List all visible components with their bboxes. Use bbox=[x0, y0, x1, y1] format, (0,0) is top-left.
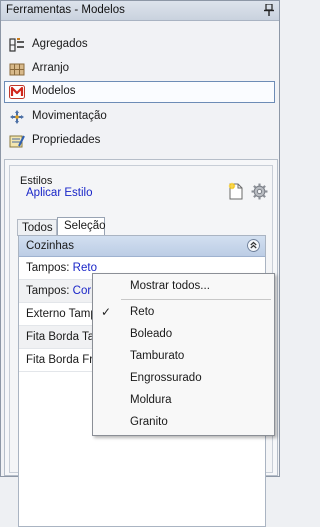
menu-item-show-all[interactable]: Mostrar todos... bbox=[93, 276, 274, 297]
menu-item-label: Moldura bbox=[130, 394, 172, 406]
context-menu: Mostrar todos... ✓ Reto Boleado Tamburat… bbox=[92, 273, 275, 436]
row-label: Fita Borda Fro bbox=[26, 354, 100, 366]
menu-item-granito[interactable]: Granito bbox=[93, 412, 274, 433]
arranjo-icon bbox=[9, 63, 25, 76]
menu-item-label: Arranjo bbox=[32, 62, 70, 74]
menu-item-label: Granito bbox=[130, 416, 168, 428]
row-label: Externo Tamp bbox=[26, 308, 97, 320]
collapse-icon[interactable] bbox=[247, 239, 260, 252]
menu-item-movimentacao[interactable]: Movimentação bbox=[4, 106, 275, 128]
menu-item-reto[interactable]: ✓ Reto bbox=[93, 302, 274, 323]
menu-item-label: Agregados bbox=[32, 38, 88, 50]
menu-item-label: Propriedades bbox=[32, 134, 101, 146]
menu-item-label: Movimentação bbox=[32, 110, 107, 122]
menu-item-label: Mostrar todos... bbox=[130, 280, 210, 292]
row-value[interactable]: Cor bbox=[73, 285, 92, 297]
menu-item-tamburato[interactable]: Tamburato bbox=[93, 346, 274, 367]
menu-item-modelos[interactable]: Modelos bbox=[4, 81, 275, 103]
menu-item-propriedades[interactable]: Propriedades bbox=[4, 130, 275, 152]
grid-group-header[interactable]: Cozinhas bbox=[19, 236, 265, 257]
tab-selecao[interactable]: Seleção bbox=[57, 217, 106, 235]
new-style-icon[interactable] bbox=[227, 182, 245, 200]
window-title: Ferramentas - Modelos bbox=[6, 4, 125, 16]
menu-item-boleado[interactable]: Boleado bbox=[93, 324, 274, 345]
apply-style-link[interactable]: Aplicar Estilo bbox=[26, 187, 92, 199]
title-bar[interactable]: Ferramentas - Modelos bbox=[1, 1, 279, 21]
row-label: Tampos: bbox=[26, 285, 70, 297]
menu-item-arranjo[interactable]: Arranjo bbox=[4, 58, 275, 80]
row-label: Fita Borda Ta bbox=[26, 331, 95, 343]
tab-todos[interactable]: Todos bbox=[17, 219, 57, 236]
menu-item-engrossurado[interactable]: Engrossurado bbox=[93, 368, 274, 389]
menu-item-label: Tamburato bbox=[130, 350, 185, 362]
menu-item-moldura[interactable]: Moldura bbox=[93, 390, 274, 411]
agregados-icon bbox=[9, 38, 24, 52]
move-arrows-icon bbox=[10, 110, 24, 124]
row-label: Tampos: bbox=[26, 262, 70, 274]
group-title: Cozinhas bbox=[26, 240, 74, 252]
gear-icon[interactable] bbox=[251, 183, 268, 200]
menu-item-label: Modelos bbox=[32, 85, 76, 97]
modelos-icon bbox=[9, 85, 25, 99]
menu-separator bbox=[121, 299, 271, 300]
estilos-title: Estilos bbox=[20, 175, 53, 187]
menu-item-label: Reto bbox=[130, 306, 155, 318]
pin-icon[interactable] bbox=[264, 4, 274, 16]
menu-item-label: Boleado bbox=[130, 328, 173, 340]
checkmark-icon: ✓ bbox=[101, 305, 112, 319]
menu-item-agregados[interactable]: Agregados bbox=[4, 34, 275, 56]
menu-item-label: Engrossurado bbox=[130, 372, 202, 384]
propriedades-icon bbox=[9, 135, 25, 148]
